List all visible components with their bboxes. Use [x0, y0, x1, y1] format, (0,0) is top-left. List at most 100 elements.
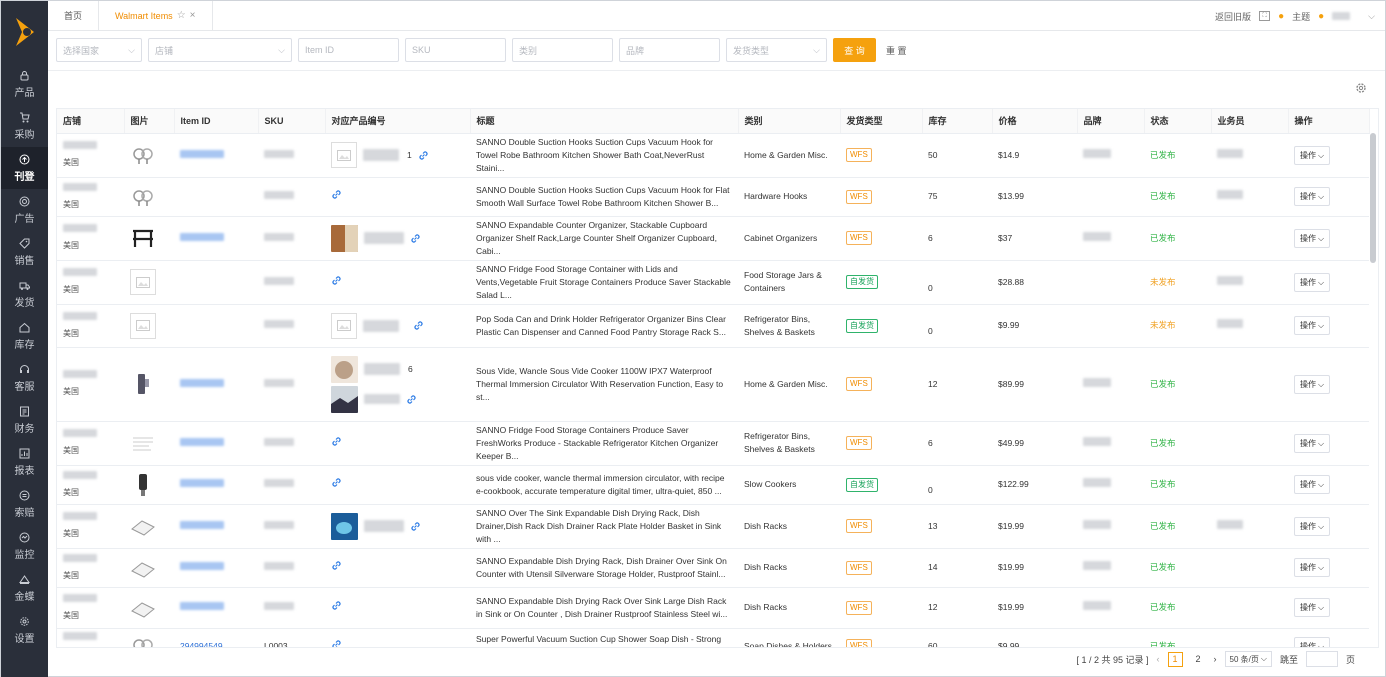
- close-icon[interactable]: ×: [190, 10, 196, 21]
- link-icon[interactable]: [331, 477, 342, 488]
- sidebar-item-1[interactable]: 采购: [1, 105, 48, 147]
- product-thumbnail[interactable]: [130, 555, 156, 581]
- link-icon[interactable]: [331, 560, 342, 571]
- sidebar-item-11[interactable]: 监控: [1, 525, 48, 567]
- item-id-input[interactable]: Item ID: [298, 38, 399, 62]
- link-icon[interactable]: [331, 600, 342, 611]
- operation-dropdown-button[interactable]: 操作 ⌵: [1294, 433, 1331, 453]
- product-thumbnail[interactable]: [130, 371, 156, 397]
- link-icon[interactable]: [410, 233, 421, 244]
- goto-page-input[interactable]: [1305, 651, 1338, 667]
- product-thumbnail[interactable]: [130, 472, 156, 498]
- logo[interactable]: [1, 1, 48, 63]
- table-row[interactable]: 美国 SANNO Expandable Counter Organizer, St…: [57, 216, 1369, 261]
- item-id-redacted[interactable]: [180, 520, 224, 529]
- tab-walmart-items[interactable]: Walmart Items ☆ ×: [99, 1, 213, 30]
- table-row[interactable]: 美国 SANNO Over The Sink Expandable Dish Dr…: [57, 504, 1369, 549]
- username-redacted[interactable]: [1332, 12, 1351, 20]
- chevron-down-icon[interactable]: ⌵: [1368, 11, 1375, 22]
- product-thumbnail[interactable]: [130, 225, 156, 251]
- table-row[interactable]: 美国 Pop Soda Can and Drink Holder Refriger…: [57, 304, 1369, 348]
- prev-page-icon[interactable]: ‹: [1157, 654, 1160, 664]
- page-1[interactable]: 1: [1167, 651, 1183, 667]
- link-icon[interactable]: [331, 275, 342, 286]
- item-id-redacted[interactable]: [180, 232, 224, 241]
- operation-dropdown-button[interactable]: 操作 ⌵: [1294, 374, 1331, 394]
- operation-dropdown-button[interactable]: 操作 ⌵: [1294, 516, 1331, 536]
- sku-redacted: [264, 520, 294, 529]
- item-id-redacted[interactable]: [180, 562, 224, 570]
- search-button[interactable]: 查 询: [833, 38, 876, 62]
- sidebar-item-13[interactable]: 设置: [1, 609, 48, 651]
- column-settings-gear-icon[interactable]: [1355, 82, 1367, 96]
- table-scrollbar[interactable]: [1370, 133, 1376, 263]
- sidebar-item-6[interactable]: 库存: [1, 315, 48, 357]
- item-id-redacted[interactable]: [180, 602, 224, 610]
- link-icon[interactable]: [331, 639, 342, 647]
- table-row[interactable]: 美国 SANNO Fridge Food Storage Containers P…: [57, 421, 1369, 466]
- table-row[interactable]: 美国 294994549 L0003 Super Powerful Vacuum Su…: [57, 628, 1369, 648]
- user-avatar-icon[interactable]: ●: [1318, 11, 1324, 22]
- ship-type-select[interactable]: 发货类型 ⌵: [726, 38, 827, 62]
- sidebar-item-9[interactable]: 报表: [1, 441, 48, 483]
- operation-dropdown-button[interactable]: 操作 ⌵: [1294, 272, 1331, 292]
- product-thumbnail[interactable]: [130, 595, 156, 621]
- reset-button[interactable]: 重 置: [886, 44, 907, 57]
- operation-dropdown-button[interactable]: 操作 ⌵: [1294, 636, 1331, 647]
- table-row[interactable]: 美国 SANNO Fridge Food Storage Container wi…: [57, 260, 1369, 305]
- item-id-redacted[interactable]: [180, 437, 224, 446]
- back-old-version-link[interactable]: 返回旧版: [1215, 10, 1251, 23]
- link-icon[interactable]: [331, 189, 342, 200]
- store-select[interactable]: 店铺 ⌵: [148, 38, 292, 62]
- theme-link[interactable]: 主题: [1292, 10, 1310, 23]
- operation-dropdown-button[interactable]: 操作 ⌵: [1294, 558, 1331, 577]
- table-row[interactable]: 美国 1 SANNO Double Suction Hooks Suction Cu…: [57, 133, 1369, 178]
- sidebar-item-8[interactable]: 财务: [1, 399, 48, 441]
- operation-dropdown-button[interactable]: 操作 ⌵: [1294, 598, 1331, 617]
- table-row[interactable]: 美国 SANNO Expandable Dish Drying Rack Over…: [57, 587, 1369, 629]
- operation-dropdown-button[interactable]: 操作 ⌵: [1294, 475, 1331, 494]
- item-id-redacted[interactable]: [180, 149, 224, 158]
- sku-input[interactable]: SKU: [405, 38, 506, 62]
- product-thumbnail[interactable]: [130, 513, 156, 539]
- operation-dropdown-button[interactable]: 操作 ⌵: [1294, 316, 1331, 335]
- sidebar-item-3[interactable]: 广告: [1, 189, 48, 231]
- next-page-icon[interactable]: ›: [1214, 654, 1217, 664]
- sidebar-item-5[interactable]: 发货: [1, 273, 48, 315]
- item-id-redacted[interactable]: [180, 378, 224, 387]
- table-row[interactable]: 美国 SANNO Expandable Dish Drying Rack, Dis…: [57, 548, 1369, 588]
- sidebar-item-0[interactable]: 产品: [1, 63, 48, 105]
- sidebar-item-10[interactable]: 索赔: [1, 483, 48, 525]
- fullscreen-icon[interactable]: ⛶: [1259, 11, 1271, 21]
- product-thumbnail[interactable]: [130, 184, 156, 210]
- table-row[interactable]: 美国 6 Sous Vide, Wancle Sous Vide Cooker 11…: [57, 347, 1369, 422]
- sidebar-item-4[interactable]: 销售: [1, 231, 48, 273]
- page-2[interactable]: 2: [1191, 652, 1206, 667]
- page-size-select[interactable]: 50 条/页 ⌵: [1224, 651, 1272, 667]
- product-thumbnail[interactable]: [130, 430, 156, 456]
- sidebar-item-7[interactable]: 客服: [1, 357, 48, 399]
- sidebar-item-12[interactable]: 金蝶: [1, 567, 48, 609]
- link-icon[interactable]: [406, 394, 417, 405]
- product-thumbnail[interactable]: [130, 142, 156, 168]
- operation-dropdown-button[interactable]: 操作 ⌵: [1294, 187, 1331, 206]
- operation-dropdown-button[interactable]: 操作 ⌵: [1294, 228, 1331, 248]
- table-row[interactable]: 美国 sous vide cooker, wancle thermal immer…: [57, 465, 1369, 505]
- brand-redacted: [1083, 561, 1111, 570]
- table-row[interactable]: 美国 SANNO Double Suction Hooks Suction Cup…: [57, 177, 1369, 217]
- sidebar-item-2[interactable]: 刊登: [1, 147, 48, 189]
- country-select[interactable]: 选择国家 ⌵: [56, 38, 142, 62]
- brand-input[interactable]: 品牌: [619, 38, 720, 62]
- item-id-link[interactable]: 294994549: [180, 641, 223, 648]
- theme-icon[interactable]: ●: [1278, 11, 1284, 22]
- tab-home[interactable]: 首页: [48, 1, 100, 30]
- product-thumbnail[interactable]: [130, 633, 156, 647]
- link-icon[interactable]: [413, 320, 424, 331]
- star-icon[interactable]: ☆: [177, 10, 186, 21]
- link-icon[interactable]: [331, 436, 342, 447]
- link-icon[interactable]: [410, 521, 421, 532]
- item-id-redacted[interactable]: [180, 479, 224, 487]
- category-input[interactable]: 类别: [512, 38, 613, 62]
- link-icon[interactable]: [418, 150, 429, 161]
- operation-dropdown-button[interactable]: 操作 ⌵: [1294, 145, 1331, 165]
